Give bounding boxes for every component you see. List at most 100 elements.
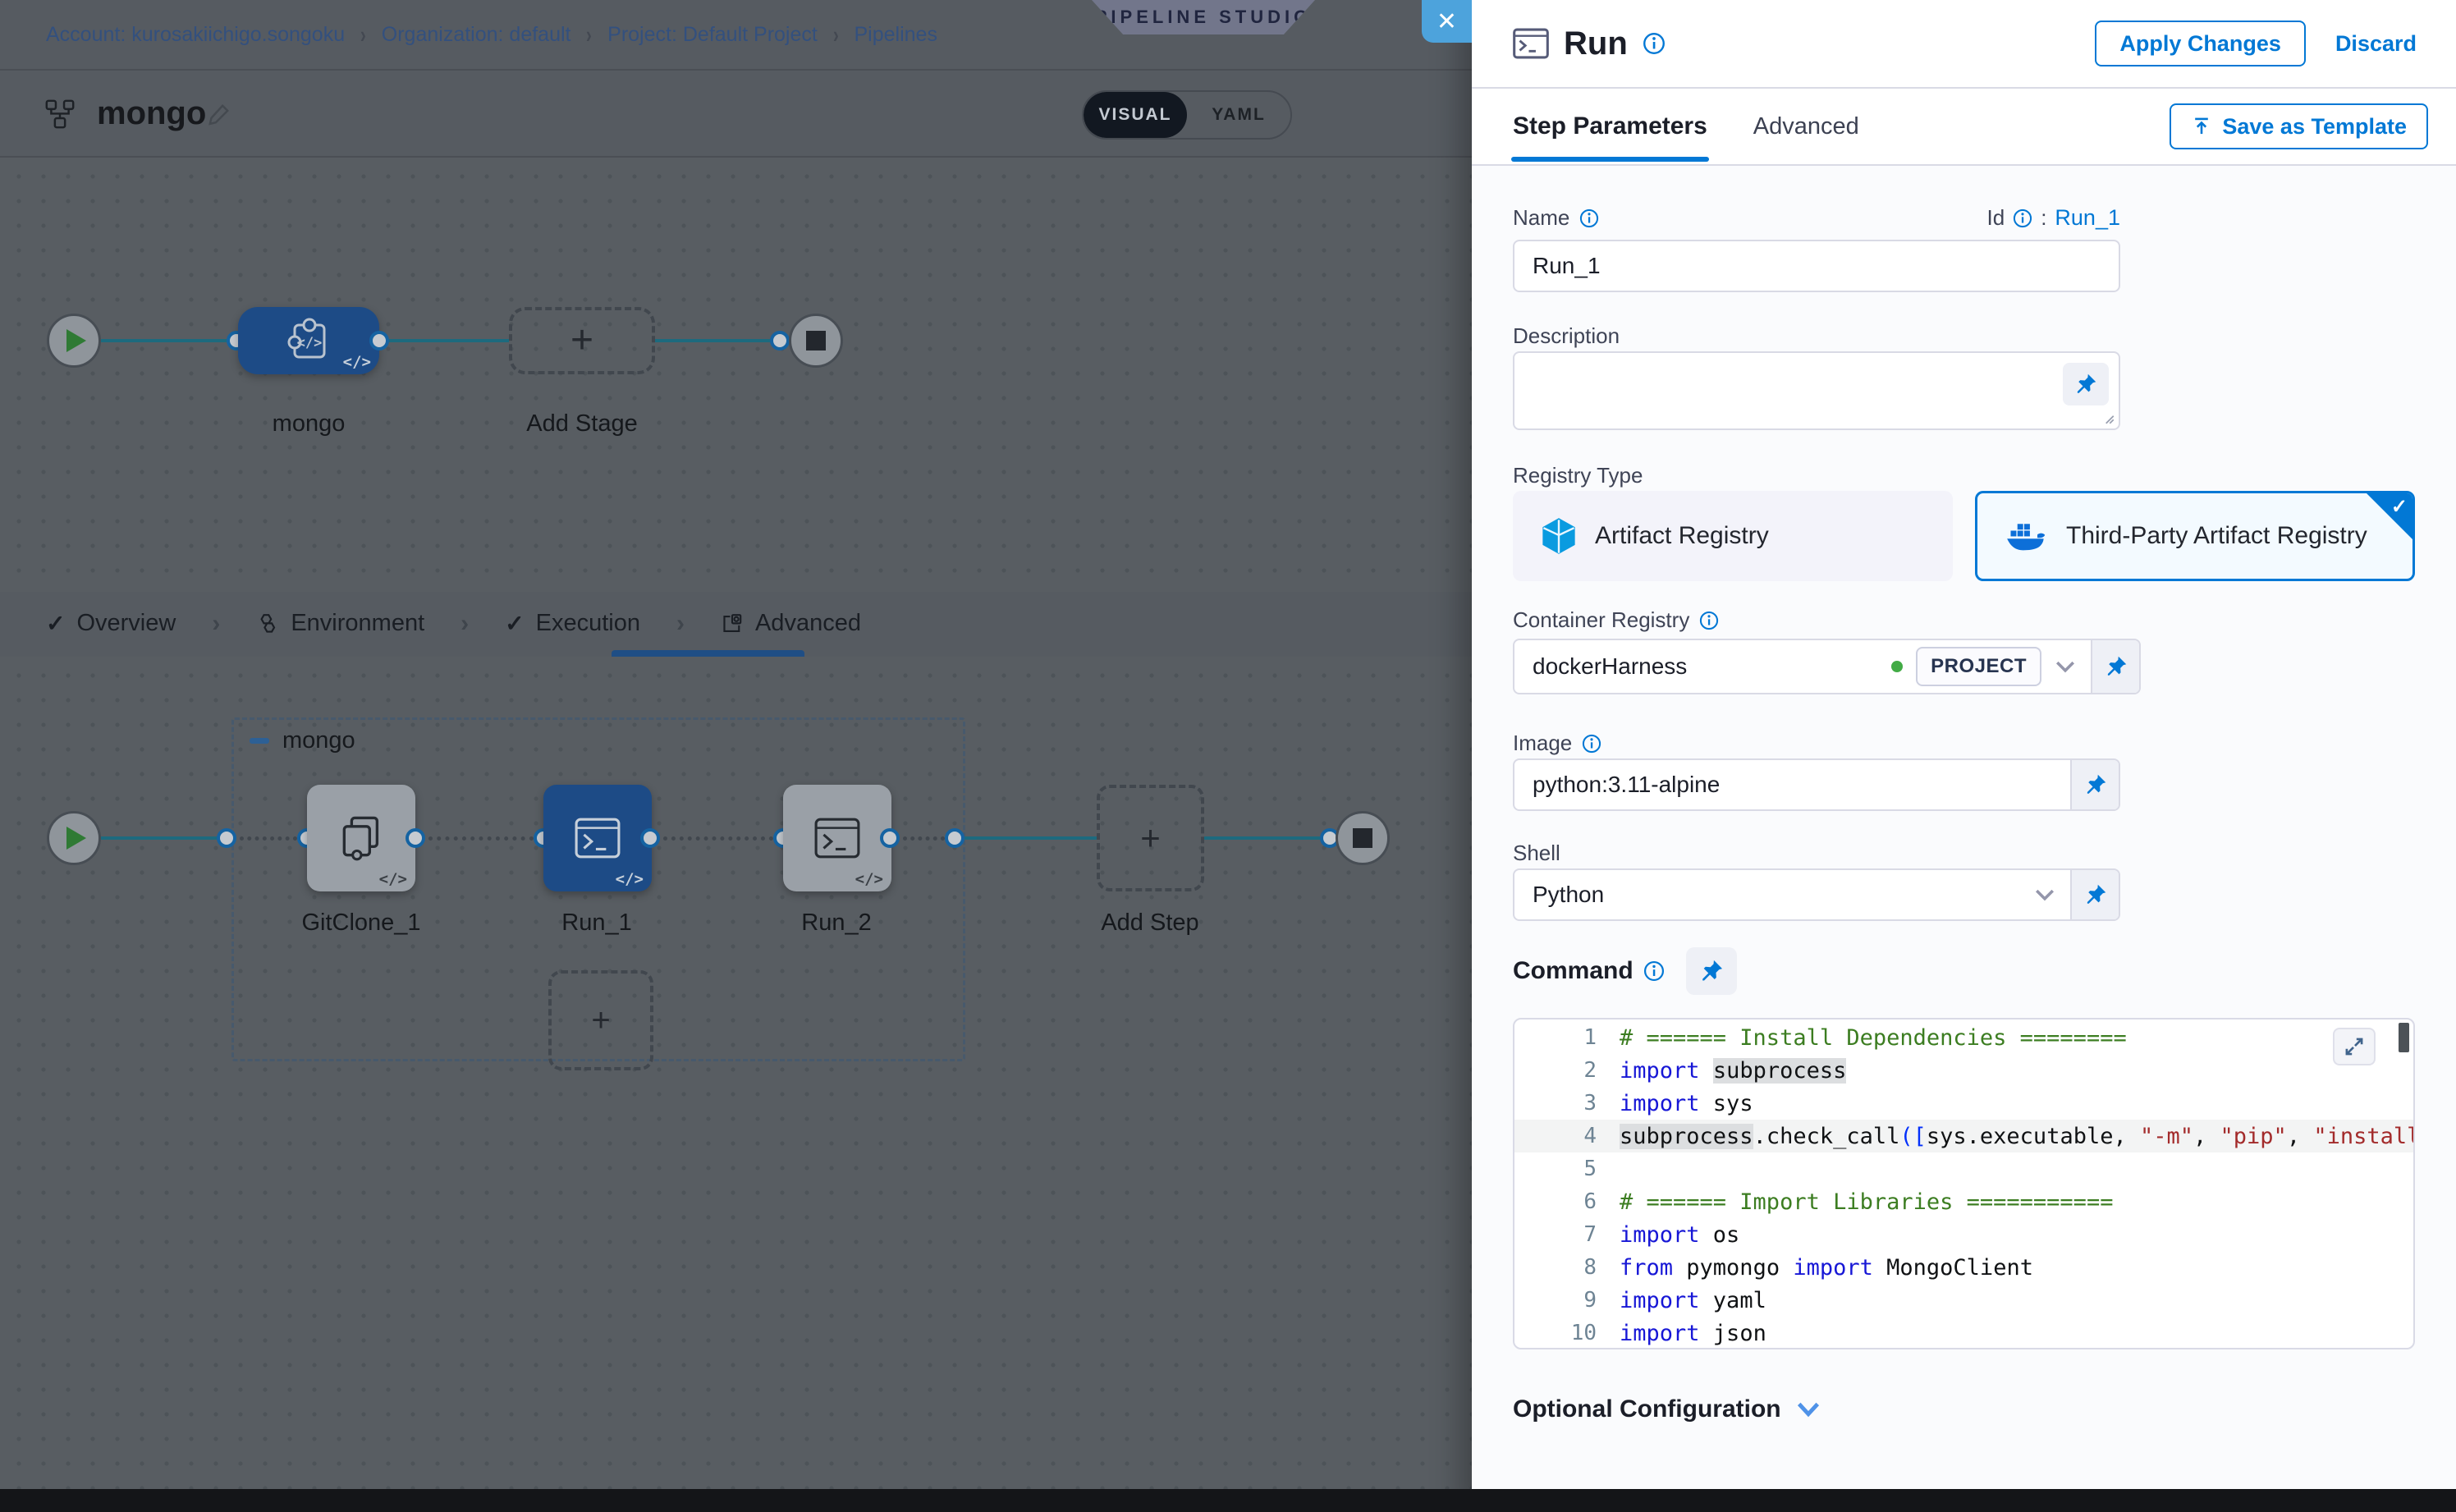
chevron-down-icon[interactable] [2034, 887, 2055, 902]
pin-runtime-input-button[interactable] [2070, 760, 2119, 809]
connector-line [655, 339, 772, 342]
code-line[interactable]: 9import yaml [1514, 1284, 2413, 1317]
close-drawer-button[interactable]: ✕ [1422, 0, 1472, 43]
shell-value[interactable]: Python [1533, 882, 2021, 908]
pipeline-studio-badge: PIPELINE STUDIO [1092, 0, 1315, 34]
add-parallel-step-button[interactable]: + [548, 970, 653, 1070]
breadcrumb-account[interactable]: Account: kurosakiichigo.songoku [46, 23, 345, 47]
step-label[interactable]: GitClone_1 [287, 909, 435, 937]
shell-select[interactable]: Python [1513, 868, 2120, 921]
command-editor[interactable]: 1# ====== Install Dependencies ========2… [1513, 1018, 2415, 1349]
code-line[interactable]: 1# ====== Install Dependencies ======== [1514, 1021, 2413, 1054]
yaml-toggle-button[interactable]: YAML [1187, 92, 1290, 138]
breadcrumb: Account: kurosakiichigo.songoku › Organi… [46, 0, 937, 69]
execution-start-node[interactable] [47, 811, 101, 865]
pin-runtime-input-button[interactable] [2091, 640, 2139, 693]
step-id-value[interactable]: Run_1 [2055, 205, 2120, 231]
code-line[interactable]: 10import json [1514, 1317, 2413, 1349]
pipeline-icon [44, 99, 76, 130]
tab-step-parameters[interactable]: Step Parameters [1513, 112, 1707, 140]
code-line[interactable]: 4subprocess.check_call([sys.executable, … [1514, 1120, 2413, 1152]
breadcrumb-organization[interactable]: Organization: default [382, 23, 571, 47]
collapse-group-icon[interactable] [250, 738, 269, 744]
connector-line [101, 339, 228, 342]
info-icon[interactable] [1643, 960, 1665, 982]
breadcrumb-project[interactable]: Project: Default Project [607, 23, 818, 47]
image-value[interactable]: python:3.11-alpine [1533, 772, 2055, 798]
description-textarea[interactable] [1513, 351, 2120, 430]
pipeline-start-node[interactable] [47, 314, 101, 368]
drawer-content: Name Id : Run_1 Description Registry Typ… [1472, 166, 2456, 1489]
drawer-titlebar: Run Apply Changes Discard [1472, 0, 2456, 89]
port[interactable] [945, 828, 965, 848]
port[interactable] [217, 828, 236, 848]
port[interactable] [406, 828, 425, 848]
code-line[interactable]: 6# ====== Import Libraries =========== [1514, 1185, 2413, 1218]
pipeline-end-node[interactable] [789, 314, 843, 368]
container-registry-value[interactable]: dockerHarness [1533, 653, 1878, 680]
editor-scrollbar-thumb[interactable] [2399, 1023, 2409, 1052]
add-step-button[interactable]: + [1097, 785, 1204, 891]
info-icon[interactable] [1579, 208, 1599, 228]
group-label: mongo [282, 727, 355, 754]
tab-execution[interactable]: ✓ Execution [505, 610, 640, 637]
optional-configuration-toggle[interactable]: Optional Configuration [1513, 1395, 1821, 1423]
end-in-port[interactable] [770, 331, 790, 351]
expand-editor-button[interactable] [2333, 1028, 2376, 1065]
breadcrumb-separator: › [360, 21, 366, 48]
port[interactable] [880, 828, 900, 848]
chevron-down-icon[interactable] [2055, 659, 2076, 674]
tab-environment[interactable]: Environment [256, 610, 424, 637]
registry-option-artifact[interactable]: Artifact Registry [1513, 491, 1953, 581]
step-node-run1[interactable]: </> [543, 785, 652, 891]
info-icon[interactable] [1699, 611, 1719, 630]
visual-toggle-button[interactable]: VISUAL [1084, 92, 1187, 138]
scope-badge: PROJECT [1916, 647, 2041, 686]
tab-advanced[interactable]: Advanced [721, 610, 861, 637]
container-registry-field[interactable]: dockerHarness PROJECT [1513, 639, 2141, 694]
command-label: Command [1513, 957, 1665, 985]
add-stage-button[interactable]: + [509, 307, 655, 374]
discard-button[interactable]: Discard [2335, 31, 2417, 57]
step-node-gitclone[interactable]: </> [307, 785, 415, 891]
image-field[interactable]: python:3.11-alpine [1513, 758, 2120, 811]
tab-advanced-step[interactable]: Advanced [1753, 113, 1859, 140]
tab-separator-icon: › [212, 610, 220, 638]
execution-canvas[interactable]: mongo </> </> [0, 657, 1472, 1489]
code-line[interactable]: 7import os [1514, 1218, 2413, 1251]
breadcrumb-separator: › [833, 21, 839, 48]
add-stage-label[interactable]: Add Stage [509, 410, 655, 438]
step-label[interactable]: Run_2 [763, 909, 910, 937]
step-label[interactable]: Run_1 [523, 909, 671, 937]
edit-pipeline-icon[interactable] [207, 102, 231, 126]
breadcrumb-pipelines[interactable]: Pipelines [855, 23, 937, 47]
stage-node-mongo[interactable]: </> </> [238, 307, 379, 374]
code-line[interactable]: 8from pymongo import MongoClient [1514, 1251, 2413, 1284]
stage-out-port[interactable] [369, 331, 389, 351]
code-line[interactable]: 3import sys [1514, 1087, 2413, 1120]
pin-runtime-input-button[interactable] [2063, 363, 2109, 405]
info-icon[interactable] [2013, 208, 2032, 228]
image-label: Image [1513, 731, 1601, 756]
registry-option-third-party[interactable]: Third-Party Artifact Registry ✓ [1975, 491, 2415, 581]
pin-runtime-input-button[interactable] [2070, 870, 2119, 919]
pin-runtime-input-button[interactable] [1686, 947, 1737, 995]
info-icon[interactable] [1582, 734, 1601, 754]
info-icon[interactable] [1643, 32, 1666, 55]
registry-type-label: Registry Type [1513, 463, 1643, 488]
expand-icon [2343, 1035, 2366, 1058]
apply-changes-button[interactable]: Apply Changes [2095, 21, 2306, 66]
execution-end-node[interactable] [1336, 811, 1390, 865]
code-line[interactable]: 2import subprocess [1514, 1054, 2413, 1087]
resize-handle-icon[interactable] [2101, 410, 2115, 425]
stage-label[interactable]: mongo [235, 410, 383, 438]
stage-canvas[interactable]: </> </> + mongo Add Stage [0, 158, 1472, 592]
save-as-template-button[interactable]: Save as Template [2170, 103, 2428, 149]
name-input[interactable] [1513, 240, 2120, 292]
tab-overview[interactable]: ✓ Overview [46, 610, 176, 637]
code-line[interactable]: 5 [1514, 1152, 2413, 1185]
step-node-run2[interactable]: </> [783, 785, 891, 891]
add-step-label[interactable]: Add Step [1076, 909, 1224, 937]
port[interactable] [640, 828, 660, 848]
connector-status-dot [1891, 661, 1903, 672]
